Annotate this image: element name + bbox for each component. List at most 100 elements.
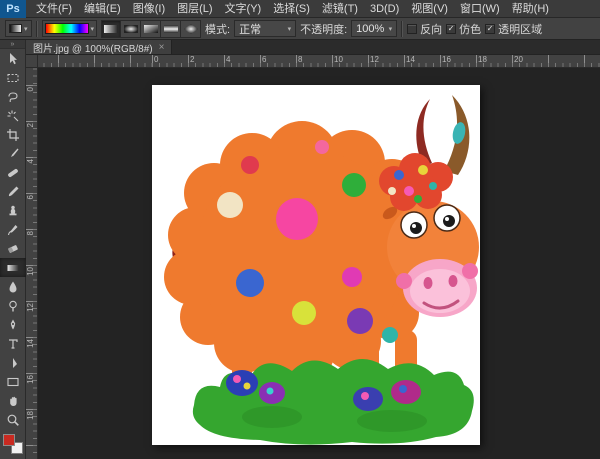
eraser-tool-icon: [7, 244, 18, 253]
ruler-number: 10: [26, 267, 35, 276]
ruler-number: 16: [26, 375, 35, 384]
type-tool[interactable]: [0, 334, 26, 353]
eyedropper-icon: [10, 148, 18, 157]
reflected-gradient-button[interactable]: [161, 19, 182, 38]
shape-tool[interactable]: [0, 372, 26, 391]
document-tab-title: 图片.jpg @ 100%(RGB/8#): [33, 43, 153, 55]
gradient-preset-thumb-icon: [9, 24, 22, 33]
move-tool-icon: [9, 52, 17, 64]
ruler-number: 6: [262, 55, 267, 64]
collapse-panel-button[interactable]: »: [0, 40, 25, 49]
pasteboard: [38, 68, 600, 459]
magic-wand-icon: [7, 110, 18, 121]
diamond-gradient-button[interactable]: [181, 19, 202, 38]
checkmark-icon: ✓: [447, 23, 455, 33]
document-canvas[interactable]: [152, 85, 480, 445]
healing-brush-tool[interactable]: [0, 163, 26, 182]
ruler-number: 14: [26, 339, 35, 348]
linear-gradient-icon: [104, 24, 119, 33]
transparency-checkbox[interactable]: ✓ 透明区域: [485, 21, 542, 37]
chevron-down-icon: ▾: [287, 25, 292, 33]
move-tool[interactable]: [0, 49, 26, 68]
document-tab[interactable]: 图片.jpg @ 100%(RGB/8#) ×: [26, 40, 173, 55]
opacity-value: 100%: [356, 22, 385, 35]
opacity-select[interactable]: 100% ▾: [351, 20, 398, 37]
horizontal-ruler[interactable]: 0 2 4 6 8 10 12 14 16 18 20: [38, 55, 600, 68]
checkbox-box: ✓: [485, 23, 496, 34]
angle-gradient-button[interactable]: [141, 19, 162, 38]
ruler-corner: [26, 55, 38, 68]
hand-tool[interactable]: [0, 391, 26, 410]
ruler-number: 18: [26, 411, 35, 420]
gradient-tool-icon: [7, 264, 18, 271]
close-tab-icon[interactable]: ×: [159, 42, 165, 53]
menu-window[interactable]: 窗口(W): [454, 0, 506, 18]
menu-filter[interactable]: 滤镜(T): [316, 0, 364, 18]
history-brush-tool[interactable]: [0, 220, 26, 239]
clone-stamp-tool[interactable]: [0, 201, 26, 220]
divider: [401, 20, 404, 37]
blend-mode-select[interactable]: 正常 ▾: [234, 20, 297, 37]
radial-gradient-button[interactable]: [121, 19, 142, 38]
linear-gradient-button[interactable]: [101, 19, 122, 38]
reflected-gradient-icon: [163, 24, 178, 33]
zoom-tool-icon: [7, 414, 19, 426]
blur-tool[interactable]: [0, 277, 26, 296]
gradient-type-group: [101, 19, 202, 38]
menu-help[interactable]: 帮助(H): [506, 0, 555, 18]
ruler-number: 2: [26, 123, 35, 128]
menu-3d[interactable]: 3D(D): [364, 0, 405, 18]
marquee-tool-icon: [7, 73, 18, 82]
gradient-picker[interactable]: ▾: [41, 20, 98, 37]
tool-panel: »: [0, 40, 26, 459]
options-bar: ▾ ▾ 模式: 正常 ▾ 不透明度: 100% ▾ 反向 ✓ 仿色 ✓ 透明区域: [0, 18, 600, 40]
cow-illustration: [164, 95, 479, 445]
checkbox-box: ✓: [446, 23, 457, 34]
lasso-tool-icon: [7, 91, 18, 102]
chevron-down-icon: ▾: [90, 25, 95, 33]
ruler-number: 18: [478, 55, 487, 64]
transparency-label: 透明区域: [498, 23, 543, 36]
menu-file[interactable]: 文件(F): [30, 0, 78, 18]
menu-layer[interactable]: 图层(L): [171, 0, 218, 18]
menu-type[interactable]: 文字(Y): [219, 0, 268, 18]
eyedropper-tool[interactable]: [0, 144, 26, 163]
reverse-checkbox[interactable]: 反向: [407, 21, 442, 37]
dither-checkbox[interactable]: ✓ 仿色: [446, 21, 481, 37]
menu-edit[interactable]: 编辑(E): [78, 0, 127, 18]
ruler-number: 16: [442, 55, 451, 64]
ruler-number: 0: [154, 55, 159, 64]
foreground-color-swatch[interactable]: [2, 434, 15, 446]
lasso-tool[interactable]: [0, 87, 26, 106]
angle-gradient-icon: [143, 24, 158, 33]
gradient-tool[interactable]: [0, 258, 26, 277]
pen-tool[interactable]: [0, 315, 26, 334]
blend-mode-value: 正常: [239, 23, 262, 36]
magic-wand-tool[interactable]: [0, 106, 26, 125]
ruler-number: 12: [26, 303, 35, 312]
brush-tool-icon: [8, 186, 18, 196]
dodge-tool[interactable]: [0, 296, 26, 315]
hand-tool-icon: [9, 396, 17, 406]
ruler-number: 0: [26, 87, 35, 92]
chevron-down-icon: ▾: [24, 25, 28, 33]
menu-view[interactable]: 视图(V): [405, 0, 454, 18]
rectangular-marquee-tool[interactable]: [0, 68, 26, 87]
ruler-number: 8: [298, 55, 303, 64]
crop-tool[interactable]: [0, 125, 26, 144]
checkmark-icon: ✓: [486, 23, 494, 33]
menu-image[interactable]: 图像(I): [127, 0, 171, 18]
eraser-tool[interactable]: [0, 239, 26, 258]
reverse-label: 反向: [420, 23, 443, 36]
chevron-down-icon: ▾: [388, 25, 393, 33]
path-selection-tool[interactable]: [0, 353, 26, 372]
vertical-ruler[interactable]: 0 2 4 6 8 10 12 14 16 18: [26, 68, 38, 459]
brush-tool[interactable]: [0, 182, 26, 201]
pen-tool-icon: [10, 319, 15, 329]
crop-tool-icon: [6, 128, 19, 141]
color-swatches: [2, 434, 23, 454]
history-brush-icon: [7, 224, 17, 235]
tool-preset-picker[interactable]: ▾: [5, 20, 32, 37]
menu-select[interactable]: 选择(S): [267, 0, 316, 18]
zoom-tool[interactable]: [0, 410, 26, 429]
